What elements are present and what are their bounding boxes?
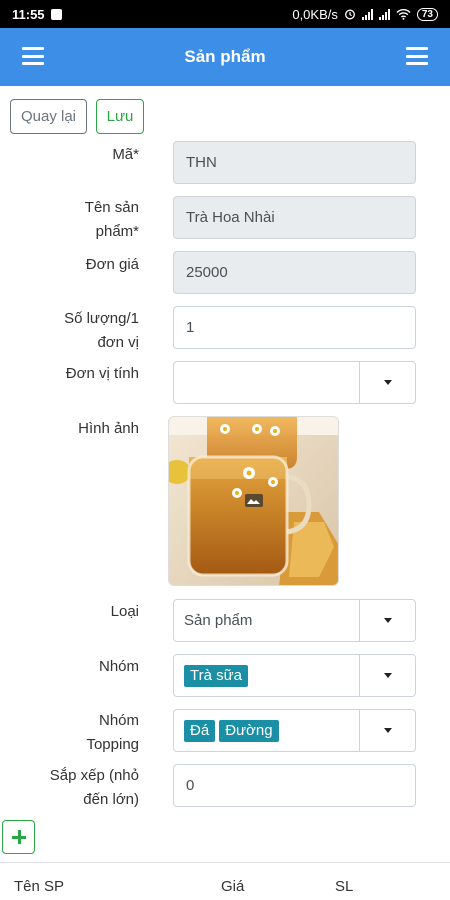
code-label: Mã*: [112, 146, 139, 163]
column-header-qty: SL: [335, 878, 354, 895]
add-row-button[interactable]: [2, 820, 35, 854]
signal-icon-2: [378, 8, 390, 20]
chevron-down-icon: [383, 728, 392, 733]
sort-label-line2: đến lớn): [83, 791, 139, 808]
chevron-down-icon: [383, 673, 392, 678]
unit-label: Đơn vị tính: [65, 365, 139, 382]
net-speed: 0,0KB/s: [292, 6, 338, 22]
wifi-icon: [396, 9, 411, 20]
alarm-icon: [344, 9, 355, 20]
signal-icon: [361, 8, 373, 20]
sort-label: Sắp xếp (nhỏ đến lớn): [9, 764, 139, 812]
group-tag[interactable]: Trà sữa: [184, 664, 248, 687]
unit-select[interactable]: [173, 361, 416, 404]
unit-dropdown-toggle[interactable]: [359, 362, 415, 403]
qty-label-line2: đơn vị: [97, 334, 139, 351]
qty-label: Số lượng/1 đơn vị: [9, 307, 139, 355]
status-bar: 11:55 0,0KB/s 73: [0, 0, 450, 28]
topping-label-line1: Nhóm: [98, 712, 139, 729]
product-image[interactable]: [168, 416, 339, 586]
name-label-line2: phẩm*: [95, 223, 139, 240]
type-label: Loại: [110, 603, 139, 620]
name-label-line1: Tên sản: [84, 199, 139, 216]
product-photo: [169, 417, 338, 585]
type-select-value: Sản phẩm: [184, 612, 253, 629]
column-header-name: Tên SP: [14, 878, 65, 895]
topping-tag[interactable]: Đá: [184, 719, 216, 742]
chevron-down-icon: [383, 618, 392, 623]
status-time: 11:55: [12, 6, 45, 22]
price-field[interactable]: 25000: [173, 251, 416, 294]
name-field[interactable]: Trà Hoa Nhài: [173, 196, 416, 239]
image-label: Hình ảnh: [78, 420, 139, 437]
bag-icon: [50, 8, 62, 20]
type-dropdown-toggle[interactable]: [359, 600, 415, 641]
chevron-down-icon: [383, 380, 392, 385]
type-select[interactable]: Sản phẩm: [173, 599, 416, 642]
topping-select-value: Đá Đường: [174, 710, 359, 751]
page-title: Sản phẩm: [184, 47, 266, 66]
back-button[interactable]: Quay lại: [10, 99, 87, 134]
group-dropdown-toggle[interactable]: [359, 655, 415, 696]
table-header: Tên SP Giá SL: [0, 862, 450, 900]
battery-icon: 73: [416, 7, 438, 21]
group-select[interactable]: Trà sữa: [173, 654, 416, 697]
sort-input[interactable]: 0: [173, 764, 416, 807]
qty-label-line1: Số lượng/1: [64, 310, 139, 327]
topping-tag[interactable]: Đường: [219, 719, 279, 742]
name-label: Tên sản phẩm*: [9, 196, 139, 244]
code-field[interactable]: THN: [173, 141, 416, 184]
price-label: Đơn giá: [85, 256, 139, 273]
unit-select-value: [174, 362, 359, 403]
sort-label-line1: Sắp xếp (nhỏ: [49, 767, 139, 784]
topping-label-line2: Topping: [86, 736, 139, 753]
app-bar: Sản phẩm: [0, 28, 450, 86]
topping-dropdown-toggle[interactable]: [359, 710, 415, 751]
topping-select[interactable]: Đá Đường: [173, 709, 416, 752]
status-right: 0,0KB/s 73: [292, 7, 438, 22]
group-label: Nhóm: [98, 658, 139, 675]
menu-icon-right[interactable]: [406, 47, 428, 65]
save-button[interactable]: Lưu: [96, 99, 144, 134]
group-select-value: Trà sữa: [174, 655, 359, 696]
column-header-price: Giá: [221, 878, 245, 895]
topping-label: Nhóm Topping: [9, 709, 139, 757]
menu-icon[interactable]: [22, 47, 44, 65]
qty-input[interactable]: 1: [173, 306, 416, 349]
plus-icon: [11, 830, 26, 844]
